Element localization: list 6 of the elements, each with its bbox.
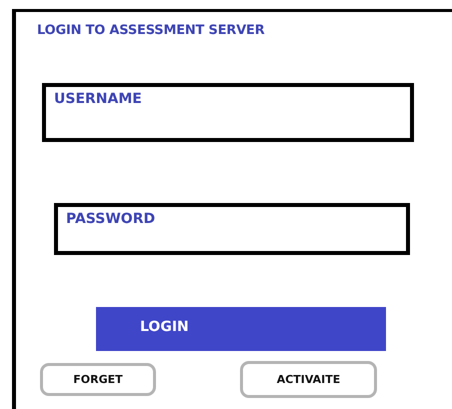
form-title: LOGIN TO ASSESSMENT SERVER bbox=[37, 23, 266, 38]
password-field[interactable]: PASSWORD bbox=[54, 203, 410, 255]
username-field[interactable]: USERNAME bbox=[42, 83, 414, 142]
activate-button[interactable]: ACTIVAITE bbox=[240, 361, 377, 398]
forget-button[interactable]: FORGET bbox=[40, 363, 156, 396]
login-button[interactable]: LOGIN bbox=[96, 307, 386, 351]
